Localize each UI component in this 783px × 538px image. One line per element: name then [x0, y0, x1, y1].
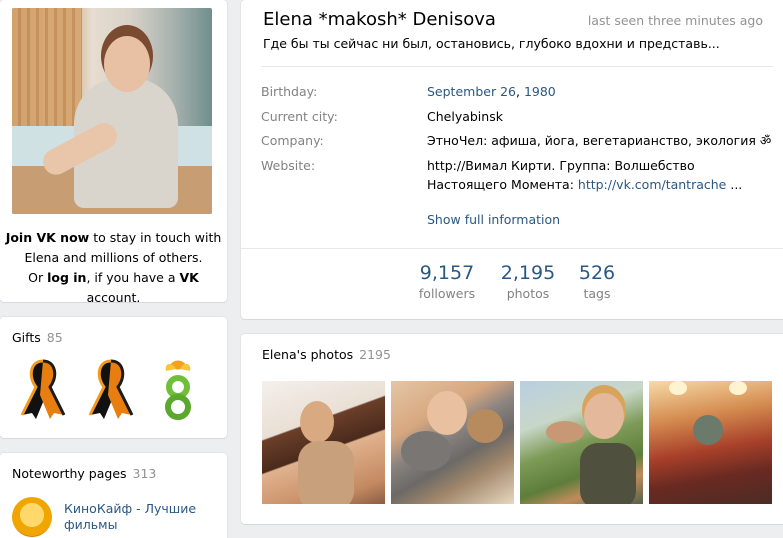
- tags-counter[interactable]: 526 tags: [557, 262, 637, 301]
- divider: [241, 248, 783, 249]
- popcorn-icon[interactable]: [12, 497, 52, 537]
- photo-thumbnail[interactable]: [520, 381, 643, 504]
- birthday-year-link[interactable]: 1980: [524, 84, 556, 99]
- photos-counter[interactable]: 2,195 photos: [488, 262, 568, 301]
- st-george-ribbon-icon[interactable]: [86, 357, 136, 419]
- website-link[interactable]: http://vk.com/tantrache: [578, 177, 726, 192]
- profile-info-card: Elena *makosh* Denisova last seen three …: [241, 0, 783, 319]
- profile-photo[interactable]: [12, 8, 212, 214]
- profile-name: Elena *makosh* Denisova: [263, 9, 496, 30]
- noteworthy-page-link[interactable]: КиноКайф - Лучшие фильмы: [64, 501, 204, 533]
- divider: [261, 66, 773, 67]
- avatar-card: Join VK now to stay in touch with Elena …: [0, 0, 227, 302]
- last-seen-status: last seen three minutes ago: [587, 13, 763, 28]
- join-vk-link[interactable]: Join VK now: [6, 230, 90, 245]
- photo-thumbnail[interactable]: [391, 381, 514, 504]
- photos-header[interactable]: Elena's photos 2195: [262, 347, 391, 362]
- gifts-header[interactable]: Gifts 85: [12, 330, 63, 345]
- login-link[interactable]: log in: [47, 270, 86, 285]
- photo-thumbnail[interactable]: [649, 381, 772, 504]
- join-prompt: Join VK now to stay in touch with Elena …: [5, 230, 222, 302]
- show-full-information-link[interactable]: Show full information: [427, 212, 560, 227]
- flower-eight-icon[interactable]: [156, 357, 200, 421]
- city-link[interactable]: Chelyabinsk: [427, 107, 777, 126]
- noteworthy-pages-header[interactable]: Noteworthy pages 313: [12, 466, 156, 481]
- st-george-ribbon-icon[interactable]: [18, 357, 68, 419]
- followers-counter[interactable]: 9,157 followers: [407, 262, 487, 301]
- profile-status-text: Где бы ты сейчас ни был, остановись, глу…: [263, 36, 720, 51]
- photo-thumbnail[interactable]: [262, 381, 385, 504]
- company-link[interactable]: ЭтноЧел: афиша, йога, вегетарианство, эк…: [427, 131, 777, 150]
- birthday-date-link[interactable]: September 26: [427, 84, 516, 99]
